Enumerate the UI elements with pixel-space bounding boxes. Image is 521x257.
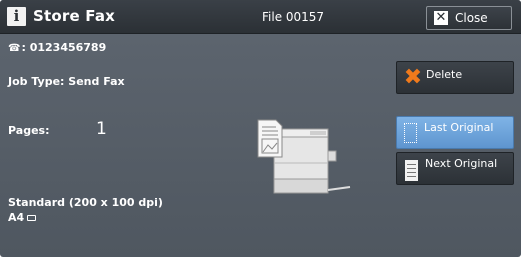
delete-icon: ✖ bbox=[403, 65, 423, 90]
paper-size: A4 bbox=[8, 211, 37, 224]
info-glyph: i bbox=[13, 7, 20, 25]
next-original-button[interactable]: Next Original bbox=[396, 152, 514, 185]
close-button-label: Close bbox=[455, 11, 488, 25]
dotted-page-icon bbox=[404, 123, 417, 143]
delete-button-label: Delete bbox=[426, 68, 463, 81]
close-icon: ✕ bbox=[434, 10, 448, 25]
info-icon: i bbox=[7, 7, 26, 26]
page-title: Store Fax bbox=[33, 7, 116, 25]
phone-icon: ☎ bbox=[8, 43, 21, 54]
pages-value: 1 bbox=[96, 119, 107, 139]
multifunction-printer-icon bbox=[257, 119, 351, 194]
last-original-label: Last Original bbox=[424, 121, 494, 134]
page-icon bbox=[405, 160, 418, 181]
landscape-paper-icon bbox=[27, 215, 37, 221]
delete-button[interactable]: ✖ Delete bbox=[396, 61, 514, 94]
resolution: Standard (200 x 100 dpi) bbox=[8, 196, 163, 209]
phone-number-text: : 0123456789 bbox=[21, 41, 107, 54]
store-fax-screen: i Store Fax File 00157 ✕ Close ☎: 012345… bbox=[0, 0, 521, 257]
phone-number: ☎: 0123456789 bbox=[8, 41, 106, 54]
job-type: Job Type: Send Fax bbox=[8, 75, 125, 88]
paper-size-text: A4 bbox=[8, 211, 25, 224]
close-button[interactable]: ✕ Close bbox=[426, 6, 512, 30]
file-number: File 00157 bbox=[262, 10, 325, 24]
next-original-label: Next Original bbox=[425, 157, 498, 170]
title-bar: i Store Fax File 00157 ✕ Close bbox=[0, 0, 521, 34]
last-original-button[interactable]: Last Original bbox=[396, 116, 514, 149]
pages-label: Pages: bbox=[8, 124, 50, 137]
